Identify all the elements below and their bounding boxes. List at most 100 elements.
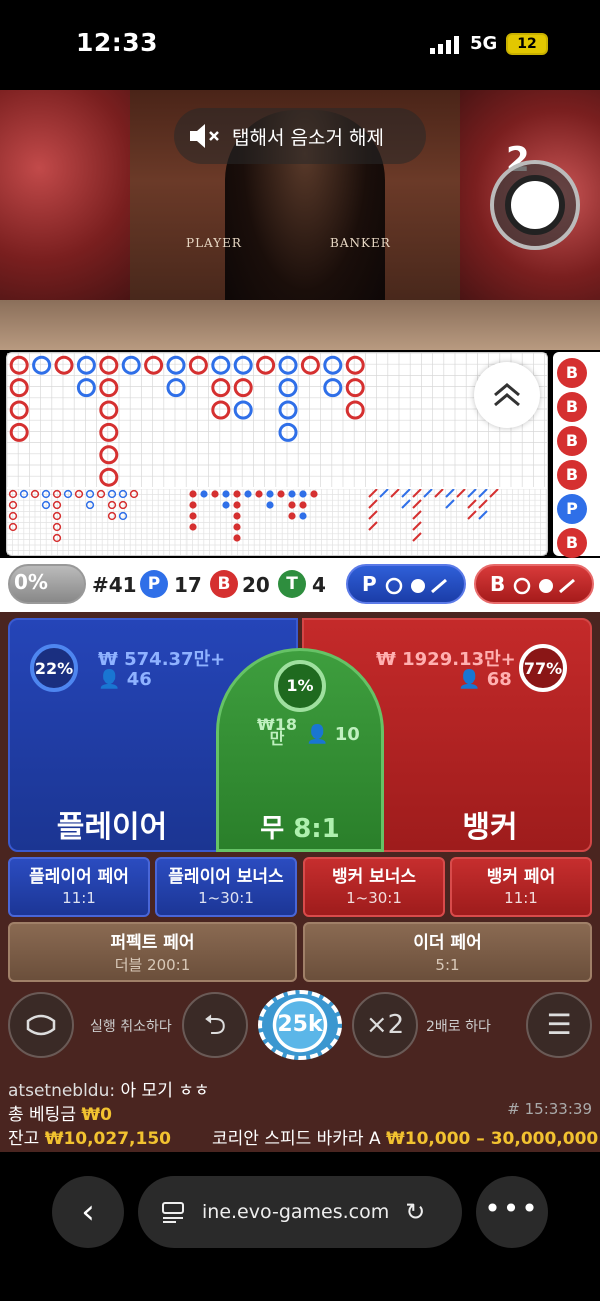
derived-road-mark — [412, 510, 422, 520]
derived-road-mark — [478, 510, 488, 520]
address-bar[interactable]: ine.evo-games.com ↻ — [138, 1176, 462, 1248]
table-name: 코리안 스피드 바카라 A — [212, 1129, 381, 1149]
bead-player: P — [557, 494, 587, 524]
player-result-circle — [323, 378, 343, 398]
reload-icon[interactable]: ↻ — [405, 1198, 425, 1226]
player-user-count: 👤 46 — [98, 669, 152, 690]
tie-users-value: 10 — [334, 724, 360, 745]
banker-count: 20 — [242, 573, 270, 597]
collapse-roadmap-button[interactable] — [474, 362, 540, 428]
status-time: 12:33 — [76, 28, 159, 57]
tie-amount-unit: 만 — [269, 729, 285, 748]
derived-road-mark — [412, 532, 422, 542]
either-pair-button[interactable]: 이더 페어 5:1 — [303, 922, 592, 982]
side-bet-label: 뱅커 보너스 — [331, 867, 417, 887]
player-result-circle — [166, 378, 186, 398]
banker-pair-button[interactable]: 뱅커 페어 11:1 — [450, 857, 592, 917]
small-road — [187, 489, 367, 555]
undo-label: 실행 취소하다 — [90, 1019, 172, 1035]
banker-result-circle — [188, 355, 208, 375]
banker-result-circle — [345, 378, 365, 398]
chip-selector[interactable]: 25k — [258, 990, 342, 1060]
unmute-label: 탭해서 음소거 해제 — [232, 126, 384, 149]
total-bet-label: 총 베팅금 — [8, 1105, 76, 1125]
banker-result-circle — [99, 467, 119, 487]
user-icon: 👤 — [458, 669, 487, 690]
player-predict-button[interactable]: P — [346, 564, 466, 604]
banker-user-count: 👤 68 — [458, 669, 512, 690]
derived-road-mark — [266, 490, 274, 498]
derived-road-mark — [107, 500, 117, 510]
perfect-pair-label: 퍼펙트 페어 — [110, 933, 195, 953]
signal-icon — [430, 36, 459, 54]
derived-road-mark — [489, 489, 499, 498]
derived-road-mark — [118, 511, 128, 521]
derived-road-mark — [467, 510, 477, 520]
player-total-amount: ₩ 574.37만+ — [98, 649, 226, 670]
menu-button[interactable]: ☰ — [526, 992, 592, 1058]
perfect-pair-button[interactable]: 퍼펙트 페어더블 200:1 — [8, 922, 297, 982]
derived-road-mark — [85, 500, 95, 510]
derived-road-mark — [244, 490, 252, 498]
derived-road-mark — [288, 512, 296, 520]
more-button[interactable]: ••• — [476, 1176, 548, 1248]
banker-count-badge: B — [210, 570, 238, 598]
lobby-button[interactable] — [8, 992, 74, 1058]
unmute-button[interactable]: 탭해서 음소거 해제 — [174, 108, 426, 164]
derived-road-mark — [118, 489, 128, 499]
derived-road-mark — [8, 522, 18, 532]
derived-road-mark — [233, 534, 241, 542]
user-icon: 👤 — [306, 724, 335, 745]
player-result-circle — [278, 378, 298, 398]
tie-label-text: 무 — [260, 814, 285, 844]
side-bet-odds: 11:1 — [62, 889, 96, 907]
derived-road-mark — [255, 490, 263, 498]
derived-road-mark — [52, 522, 62, 532]
player-percent-ring: 22% — [30, 644, 78, 692]
derived-road-mark — [299, 490, 307, 498]
tie-odds: 8:1 — [293, 814, 340, 844]
baccarat-table — [0, 300, 600, 350]
banker-result-circle — [300, 355, 320, 375]
double-button[interactable]: ×2 — [352, 992, 418, 1058]
url-text: ine.evo-games.com — [202, 1201, 390, 1223]
player-result-circle — [76, 378, 96, 398]
derived-road-mark — [445, 489, 455, 498]
derived-road-mark — [107, 489, 117, 499]
derived-road-mark — [52, 533, 62, 543]
derived-road-mark — [129, 489, 139, 499]
derived-road-mark — [434, 489, 444, 498]
banker-bonus-button[interactable]: 뱅커 보너스 1~30:1 — [303, 857, 445, 917]
player-bonus-button[interactable]: 플레이어 보너스 1~30:1 — [155, 857, 297, 917]
perfect-pair-odds: 더블 200:1 — [114, 956, 191, 974]
banker-result-circle — [9, 422, 29, 442]
player-predict-label: P — [362, 572, 377, 596]
table-player-text: PLAYER — [186, 236, 242, 250]
banker-result-circle — [9, 378, 29, 398]
undo-button[interactable]: ⮌ — [182, 992, 248, 1058]
table-banker-text: BANKER — [330, 236, 391, 250]
total-bet: 총 베팅금 ₩0 — [8, 1100, 112, 1125]
player-pair-button[interactable]: 플레이어 페어 11:1 — [8, 857, 150, 917]
side-bet-odds: 1~30:1 — [198, 889, 254, 907]
derived-road-mark — [412, 489, 422, 498]
derived-road-mark — [85, 489, 95, 499]
derived-road-mark — [310, 490, 318, 498]
derived-road-mark — [288, 490, 296, 498]
derived-road-mark — [299, 501, 307, 509]
hamburger-icon: ☰ — [546, 1008, 572, 1041]
back-button[interactable]: ‹ — [52, 1176, 124, 1248]
bead-road: BBBBPB — [553, 352, 600, 558]
player-users-value: 46 — [126, 669, 152, 690]
banker-predict-button[interactable]: B — [474, 564, 594, 604]
network-type: 5G — [470, 33, 498, 54]
round-number: #41 — [92, 573, 137, 597]
player-result-circle — [76, 355, 96, 375]
derived-road-mark — [233, 523, 241, 531]
table-info[interactable]: 코리안 스피드 바카라 A ₩10,000 – 30,000,000 — [212, 1124, 598, 1149]
derived-road-mark — [233, 490, 241, 498]
bead-banker: B — [557, 358, 587, 388]
derived-road-mark — [189, 501, 197, 509]
player-result-circle — [32, 355, 52, 375]
derived-road-mark — [277, 490, 285, 498]
